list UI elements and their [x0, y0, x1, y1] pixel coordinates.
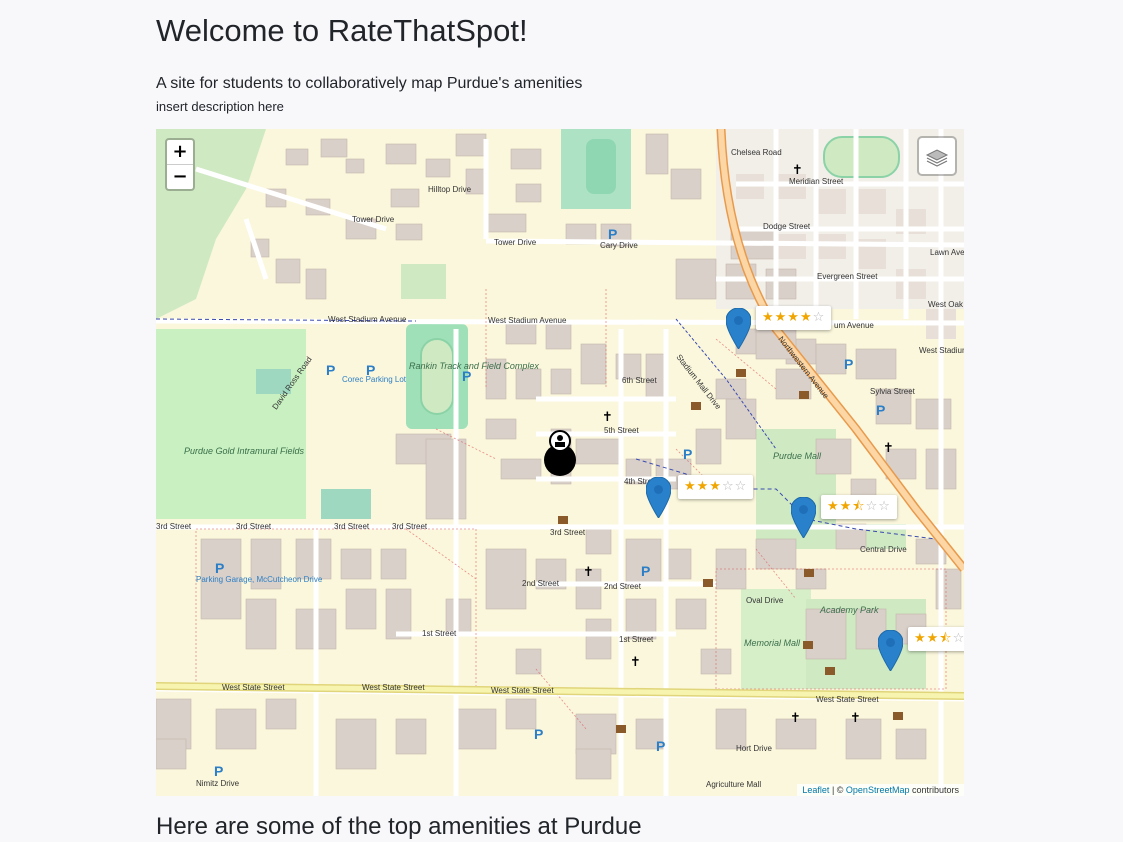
area-label: Purdue Gold Intramural Fields: [184, 446, 305, 456]
rating-popup: ★★⯪☆☆: [821, 495, 897, 519]
street-label: Sylvia Street: [870, 387, 916, 396]
svg-text:P: P: [844, 356, 853, 372]
leaflet-link[interactable]: Leaflet: [802, 785, 829, 795]
rating-popup: ★★⯪☆: [908, 627, 964, 651]
svg-text:✝: ✝: [630, 655, 641, 670]
street-label: West State Street: [816, 695, 879, 704]
rating-empty-stars: ☆☆: [721, 479, 748, 494]
svg-text:P: P: [683, 446, 692, 462]
svg-text:P: P: [326, 362, 335, 378]
svg-text:P: P: [215, 560, 224, 576]
area-label: Rankin Track and Field Complex: [409, 361, 539, 371]
street-label: Hilltop Drive: [428, 185, 472, 194]
attribution-separator: | ©: [829, 785, 846, 795]
street-label: 1st Street: [619, 635, 654, 644]
street-label: Lawn Avenue: [930, 248, 964, 257]
street-label: 3rd Street: [156, 522, 192, 531]
street-label: West State Street: [491, 686, 554, 695]
svg-text:P: P: [656, 738, 665, 754]
area-label: Purdue Mall: [773, 451, 822, 461]
zoom-in-button[interactable]: +: [167, 140, 193, 165]
street-label: Tower Drive: [494, 238, 537, 247]
svg-text:P: P: [876, 402, 885, 418]
top-amenities-heading: Here are some of the top amenities at Pu…: [156, 813, 642, 840]
map-marker-icon[interactable]: [646, 477, 671, 518]
street-label: Evergreen Street: [817, 272, 878, 281]
street-label: Chelsea Road: [731, 148, 782, 157]
svg-text:✝: ✝: [883, 441, 894, 456]
rating-empty-stars: ☆: [952, 631, 964, 646]
area-label: Parking Garage, McCutcheon Drive: [196, 575, 323, 584]
street-label: 5th Street: [604, 426, 639, 435]
street-label: Dodge Street: [763, 222, 811, 231]
rating-stars: ★★★★: [762, 310, 813, 325]
street-label: 3rd Street: [334, 522, 370, 531]
zoom-control: + −: [165, 138, 195, 191]
rating-stars: ★★★: [684, 479, 722, 494]
street-label: 2nd Street: [604, 582, 642, 591]
street-label: 2nd Street: [522, 579, 560, 588]
page-description: insert description here: [156, 99, 284, 114]
street-label: Oval Drive: [746, 596, 784, 605]
svg-text:P: P: [366, 362, 375, 378]
street-label: Nimitz Drive: [196, 779, 240, 788]
rating-stars: ★★⯪: [914, 631, 953, 646]
rating-empty-stars: ☆: [812, 310, 826, 325]
street-label: West State Street: [222, 683, 285, 692]
page-title: Welcome to RateThatSpot!: [156, 13, 528, 48]
zoom-out-button[interactable]: −: [167, 165, 193, 189]
street-label: West Stadium: [919, 346, 964, 355]
openstreetmap-link[interactable]: OpenStreetMap: [846, 785, 910, 795]
svg-text:P: P: [534, 726, 543, 742]
street-label: 3rd Street: [550, 528, 586, 537]
svg-text:P: P: [641, 563, 650, 579]
map-marker-icon[interactable]: [878, 630, 903, 671]
svg-text:✝: ✝: [583, 565, 594, 580]
svg-text:✝: ✝: [850, 711, 861, 726]
svg-text:P: P: [214, 763, 223, 779]
map-marker-icon[interactable]: [726, 308, 751, 349]
svg-text:✝: ✝: [792, 163, 803, 178]
street-label: West Oak: [928, 300, 964, 309]
svg-text:P: P: [462, 368, 471, 384]
map-attribution: Leaflet | © OpenStreetMap contributors: [797, 784, 964, 796]
street-label: Meridian Street: [789, 177, 844, 186]
street-label: Agriculture Mall: [706, 780, 761, 789]
page-subtitle: A site for students to collaboratively m…: [156, 75, 583, 92]
street-label: 1st Street: [422, 629, 457, 638]
street-label: 3rd Street: [392, 522, 428, 531]
street-label: Cary Drive: [600, 241, 638, 250]
street-label: West Stadium Avenue: [328, 315, 407, 324]
rating-empty-stars: ☆☆: [865, 499, 891, 514]
layers-icon: [925, 149, 949, 167]
map-marker-icon[interactable]: [791, 497, 816, 538]
street-label: West State Street: [362, 683, 425, 692]
area-label: Memorial Mall: [744, 638, 801, 648]
svg-text:✝: ✝: [602, 410, 613, 425]
svg-text:P: P: [608, 226, 617, 242]
rating-popup: ★★★☆☆: [678, 475, 754, 499]
street-label: Hort Drive: [736, 744, 773, 753]
campus-map[interactable]: Chelsea Road Meridian Street Dodge Stree…: [156, 129, 964, 796]
layers-button[interactable]: [917, 136, 957, 176]
street-label: 3rd Street: [236, 522, 272, 531]
svg-text:✝: ✝: [790, 711, 801, 726]
street-label: 6th Street: [622, 376, 657, 385]
street-label: Central Drive: [860, 545, 907, 554]
street-label: West Stadium Avenue: [488, 316, 567, 325]
street-label: um Avenue: [834, 321, 874, 330]
rating-stars: ★★⯪: [827, 499, 866, 514]
area-label: Academy Park: [819, 605, 879, 615]
rating-popup: ★★★★☆: [756, 306, 832, 330]
attribution-contributors: contributors: [909, 785, 959, 795]
street-label: Tower Drive: [352, 215, 395, 224]
map-tiles[interactable]: Chelsea Road Meridian Street Dodge Stree…: [156, 129, 964, 796]
